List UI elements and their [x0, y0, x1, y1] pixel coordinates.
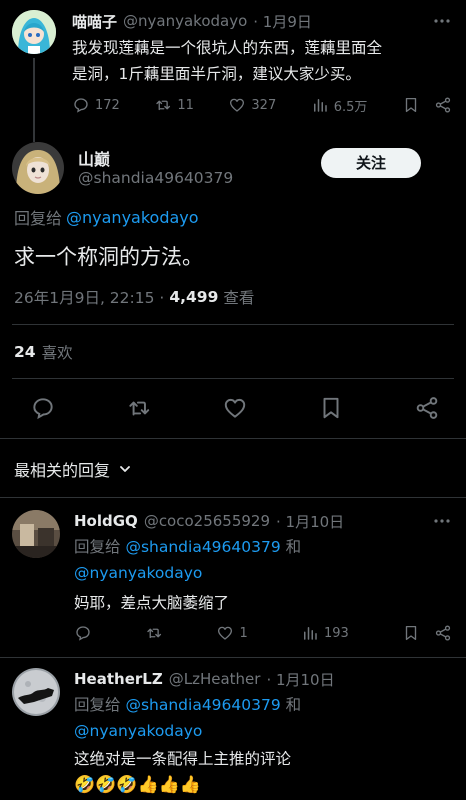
parent-action-bar: 172 11 327 6.5万: [72, 94, 452, 116]
divider: [12, 324, 454, 325]
views-icon: [313, 99, 327, 112]
author-name[interactable]: 喵喵子: [72, 11, 117, 32]
repost-button[interactable]: 11: [154, 96, 194, 114]
divider: [12, 378, 454, 379]
views-button[interactable]: 6.5万: [311, 96, 368, 115]
main-author-handle[interactable]: @shandia49640379: [78, 169, 233, 187]
reply-text: 这绝对是一条配得上主推的评论: [74, 750, 292, 768]
likes-summary[interactable]: 24 喜欢: [14, 340, 73, 364]
likes-count: 24: [14, 343, 36, 361]
reply-to-label: 回复给: [74, 696, 121, 714]
main-author-name[interactable]: 山巅: [78, 146, 110, 170]
divider: [0, 657, 466, 658]
view-count: 6.5万: [333, 99, 368, 115]
reply-emojis: 🤣🤣🤣👍👍👍: [74, 775, 202, 795]
reply-count: 172: [95, 97, 120, 113]
reply-text: 妈耶，差点大脑萎缩了: [74, 594, 230, 612]
bookmark-icon[interactable]: [402, 624, 420, 642]
reply-to-handle[interactable]: @shandia49640379: [125, 696, 280, 714]
share-icon[interactable]: [434, 96, 452, 114]
reply-date[interactable]: · 1月10日: [276, 511, 344, 532]
reply-to-handle[interactable]: @shandia49640379: [125, 538, 280, 556]
reply-date[interactable]: · 1月10日: [266, 669, 334, 690]
author-handle[interactable]: @nyanyakodayo: [123, 12, 247, 30]
repost-icon[interactable]: [126, 395, 152, 421]
reply-to-and: 和: [285, 538, 302, 556]
reply-button[interactable]: [74, 624, 92, 642]
bookmark-icon[interactable]: [318, 395, 344, 421]
reply-author-handle[interactable]: @LzHeather: [169, 670, 261, 688]
tweet-text-line: 我发现莲藕是一个很坑人的东西，莲藕里面全: [72, 39, 383, 57]
reply-to-handle[interactable]: @nyanyakodayo: [66, 208, 199, 227]
avatar-heatherlz[interactable]: [12, 668, 60, 716]
reply-to-handle[interactable]: @nyanyakodayo: [74, 560, 454, 586]
views-label: 查看: [223, 289, 255, 307]
reply-sort-dropdown[interactable]: 最相关的回复: [14, 457, 132, 481]
reply-icon: [76, 626, 90, 641]
reply-sort-label: 最相关的回复: [14, 461, 111, 480]
reply-action-bar: 1 193: [74, 622, 452, 644]
repost-count: 11: [177, 97, 194, 113]
like-button[interactable]: 1: [216, 624, 248, 642]
tweet-text-line: 是洞，1斤藕里面半斤洞，建议大家少买。: [72, 65, 361, 83]
reply-to-label: 回复给: [14, 209, 63, 228]
heart-icon[interactable]: [222, 395, 248, 421]
like-count: 327: [251, 97, 277, 113]
tweet-text: 我发现莲藕是一个很坑人的东西，莲藕里面全 是洞，1斤藕里面半斤洞，建议大家少买。: [72, 35, 457, 87]
thread-connector: [33, 58, 35, 142]
follow-button[interactable]: 关注: [321, 148, 421, 178]
tweet-date[interactable]: · 1月9日: [253, 11, 312, 32]
reply-to-handle[interactable]: @nyanyakodayo: [74, 718, 454, 744]
avatar-shandia[interactable]: [12, 142, 64, 194]
avatar-nyanyakodayo[interactable]: [12, 10, 56, 54]
avatar-holdgq[interactable]: [12, 510, 60, 558]
reply-icon[interactable]: [30, 395, 56, 421]
more-icon[interactable]: [432, 514, 452, 528]
bookmark-icon[interactable]: [402, 96, 420, 114]
reply-to-label: 回复给: [74, 538, 121, 556]
views-button[interactable]: 193: [301, 624, 349, 642]
repost-icon: [156, 100, 171, 111]
reply-author-name[interactable]: HoldGQ: [74, 512, 138, 530]
main-action-bar: [30, 393, 440, 423]
views-count: 4,499: [169, 288, 219, 306]
reply-button[interactable]: 172: [72, 96, 120, 114]
like-count: 1: [239, 625, 248, 641]
reply-icon: [74, 98, 88, 113]
likes-label: 喜欢: [41, 344, 73, 362]
view-count: 193: [323, 625, 349, 641]
share-icon[interactable]: [414, 395, 440, 421]
divider: [0, 497, 466, 498]
repost-button[interactable]: [145, 624, 163, 642]
repost-icon: [147, 628, 162, 639]
reply-author-handle[interactable]: @coco25655929: [144, 512, 270, 530]
reply-author-name[interactable]: HeatherLZ: [74, 670, 163, 688]
heart-icon: [218, 626, 233, 640]
share-icon[interactable]: [434, 624, 452, 642]
views-icon: [303, 627, 317, 640]
heart-icon: [230, 98, 245, 112]
more-icon[interactable]: [432, 14, 452, 28]
divider: [0, 438, 466, 439]
reply-to-and: 和: [285, 696, 302, 714]
main-tweet-text: 求一个称洞的方法。: [14, 245, 203, 269]
chevron-down-icon: [120, 466, 130, 472]
like-button[interactable]: 327: [228, 96, 276, 114]
tweet-timestamp[interactable]: 26年1月9日, 22:15 ·: [14, 286, 164, 308]
